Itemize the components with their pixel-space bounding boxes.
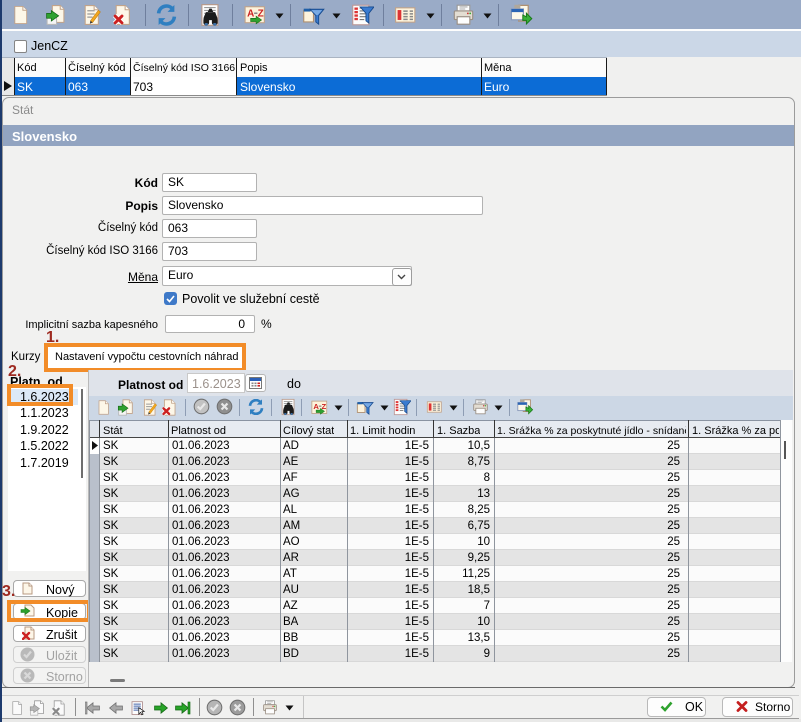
svg-text:A: A <box>313 402 319 411</box>
svg-text:Z: Z <box>322 402 327 411</box>
svg-text:A: A <box>247 9 254 20</box>
